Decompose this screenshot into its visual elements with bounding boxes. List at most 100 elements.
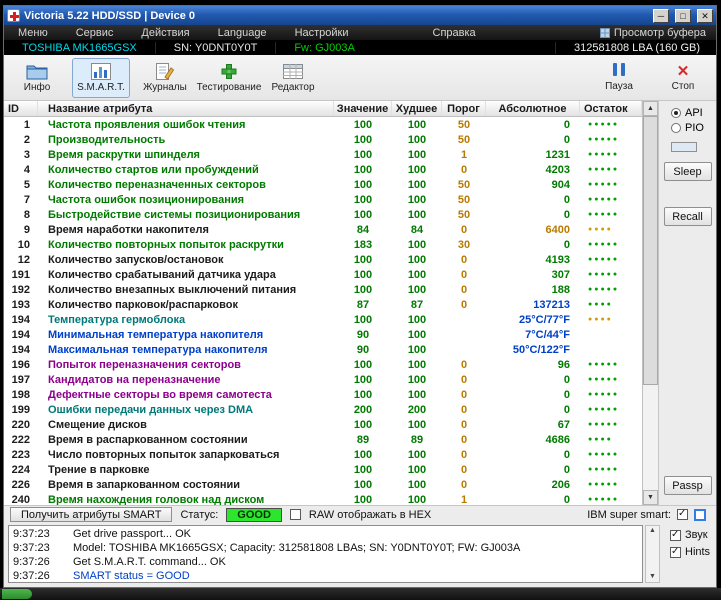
attr-name: Температура гермоблока: [38, 314, 334, 326]
attr-worst: 100: [392, 494, 442, 506]
table-row[interactable]: 223Число повторных попыток запарковаться…: [4, 447, 642, 462]
attr-name: Кандидатов на переназначение: [38, 374, 334, 386]
toolbar-button-testing[interactable]: Тестирование: [200, 58, 258, 98]
attr-raw: 4203: [486, 164, 580, 176]
attr-name: Время в распаркованном состоянии: [38, 434, 334, 446]
attr-value: 100: [334, 209, 392, 221]
api-radio-row[interactable]: API: [659, 107, 716, 119]
title-bar[interactable]: Victoria 5.22 HDD/SSD | Device 0 ─ □ ✕: [4, 6, 716, 25]
table-row[interactable]: 9Время наработки накопителя848406400●●●●: [4, 222, 642, 237]
test-plus-icon: [220, 63, 238, 80]
raw-hex-checkbox[interactable]: [290, 509, 301, 520]
attr-threshold: 0: [442, 269, 486, 281]
toolbar-button-smart[interactable]: S.M.A.R.T.: [72, 58, 130, 98]
attr-name: Время нахождения головок над диском: [38, 494, 334, 506]
toolbar-button-editor[interactable]: Редактор: [264, 58, 322, 98]
table-row[interactable]: 194Температура гермоблока10010025°C/77°F…: [4, 312, 642, 327]
taskbar[interactable]: [0, 588, 721, 600]
ibm-smart-checkbox[interactable]: [677, 509, 688, 520]
table-row[interactable]: 197Кандидатов на переназначение10010000●…: [4, 372, 642, 387]
table-row[interactable]: 191Количество срабатываний датчика удара…: [4, 267, 642, 282]
minimize-icon[interactable]: ─: [653, 9, 669, 23]
menu-item[interactable]: Действия: [127, 27, 203, 39]
table-row[interactable]: 222Время в распаркованном состоянии89890…: [4, 432, 642, 447]
table-row[interactable]: 193Количество парковок/распарковок878701…: [4, 297, 642, 312]
table-row[interactable]: 2Производительность100100500●●●●●: [4, 132, 642, 147]
table-row[interactable]: 12Количество запусков/остановок100100041…: [4, 252, 642, 267]
pio-radio-row[interactable]: PIO: [659, 122, 716, 134]
table-row[interactable]: 199Ошибки передачи данных через DMA20020…: [4, 402, 642, 417]
sound-checkbox-row[interactable]: Звук: [670, 529, 712, 541]
log-line: 9:37:23Model: TOSHIBA MK1665GSX; Capacit…: [13, 541, 638, 555]
attr-health-dots: ●●●●: [580, 312, 642, 327]
col-header-health[interactable]: Остаток: [580, 101, 642, 116]
toolbar-button-info[interactable]: Инфо: [8, 58, 66, 98]
attr-value: 100: [334, 419, 392, 431]
scrollbar-track[interactable]: [643, 116, 658, 490]
col-header-raw[interactable]: Абсолютное: [486, 101, 580, 116]
table-scrollbar[interactable]: ▲ ▼: [642, 101, 658, 505]
recall-button[interactable]: Recall: [664, 207, 712, 226]
scrollbar-thumb[interactable]: [643, 116, 658, 385]
maximize-icon[interactable]: □: [675, 9, 691, 23]
col-header-worst[interactable]: Худшее: [392, 101, 442, 116]
attr-health-dots: ●●●●●: [580, 402, 642, 417]
pio-radio[interactable]: [671, 123, 681, 133]
menu-item[interactable]: Меню: [4, 27, 62, 39]
pause-button[interactable]: Пауза: [590, 58, 648, 98]
attr-threshold: 0: [442, 164, 486, 176]
table-row[interactable]: 194Минимальная температура накопителя901…: [4, 327, 642, 342]
table-row[interactable]: 8Быстродействие системы позиционирования…: [4, 207, 642, 222]
log-side-panel: Звук Hints: [662, 525, 712, 583]
table-row[interactable]: 3Время раскрутки шпинделя10010011231●●●●…: [4, 147, 642, 162]
close-icon[interactable]: ✕: [697, 9, 713, 23]
attr-threshold: 0: [442, 374, 486, 386]
table-row[interactable]: 198Дефектные секторы во время самотеста1…: [4, 387, 642, 402]
attr-value: 100: [334, 164, 392, 176]
attr-value: 100: [334, 149, 392, 161]
table-row[interactable]: 10Количество повторных попыток раскрутки…: [4, 237, 642, 252]
table-row[interactable]: 192Количество внезапных выключений питан…: [4, 282, 642, 297]
menu-item[interactable]: Настройки: [281, 27, 363, 39]
col-header-name[interactable]: Название атрибута: [38, 101, 334, 116]
table-row[interactable]: 220Смещение дисков100100067●●●●●: [4, 417, 642, 432]
hints-checkbox[interactable]: [670, 547, 681, 558]
scroll-down-icon[interactable]: ▼: [643, 490, 658, 505]
table-row[interactable]: 5Количество переназначенных секторов1001…: [4, 177, 642, 192]
table-row[interactable]: 7Частота ошибок позиционирования10010050…: [4, 192, 642, 207]
log-lines[interactable]: 9:37:23Get drive passport... OK9:37:23Mo…: [8, 525, 643, 583]
start-button[interactable]: [2, 589, 32, 599]
log-scroll-up-icon[interactable]: ▲: [649, 527, 656, 535]
table-row[interactable]: 1Частота проявления ошибок чтения1001005…: [4, 117, 642, 132]
table-row[interactable]: 226Время в запаркованном состоянии100100…: [4, 477, 642, 492]
attr-raw: 0: [486, 119, 580, 131]
col-header-id[interactable]: ID: [4, 101, 38, 116]
scroll-up-icon[interactable]: ▲: [643, 101, 658, 116]
col-header-value[interactable]: Значение: [334, 101, 392, 116]
stop-button[interactable]: ✕ Стоп: [654, 58, 712, 98]
table-row[interactable]: 196Попыток переназначения секторов100100…: [4, 357, 642, 372]
menu-item[interactable]: Language: [204, 27, 281, 39]
sleep-button[interactable]: Sleep: [664, 162, 712, 181]
passp-button[interactable]: Passp: [664, 476, 712, 495]
buffer-view-toggle[interactable]: Просмотр буфера: [600, 27, 716, 39]
log-scrollbar[interactable]: ▲ ▼: [645, 525, 660, 583]
pause-icon: [611, 63, 627, 79]
attr-id: 9: [4, 224, 38, 236]
menu-item[interactable]: Сервис: [62, 27, 128, 39]
get-smart-button[interactable]: Получить атрибуты SMART: [10, 507, 172, 522]
api-radio[interactable]: [671, 108, 681, 118]
toolbar-button-journals[interactable]: Журналы: [136, 58, 194, 98]
table-row[interactable]: 4Количество стартов или пробуждений10010…: [4, 162, 642, 177]
table-header[interactable]: ID Название атрибута Значение Худшее Пор…: [4, 101, 642, 117]
menu-item-help[interactable]: Справка: [419, 27, 490, 39]
ibm-color-box[interactable]: [694, 509, 706, 521]
table-row[interactable]: 194Максимальная температура накопителя90…: [4, 342, 642, 357]
attr-health-dots: ●●●●●: [580, 492, 642, 505]
log-scroll-down-icon[interactable]: ▼: [649, 573, 656, 581]
table-row[interactable]: 240Время нахождения головок над диском10…: [4, 492, 642, 505]
table-row[interactable]: 224Трение в парковке10010000●●●●●: [4, 462, 642, 477]
col-header-threshold[interactable]: Порог: [442, 101, 486, 116]
sound-checkbox[interactable]: [670, 530, 681, 541]
hints-checkbox-row[interactable]: Hints: [670, 546, 712, 558]
